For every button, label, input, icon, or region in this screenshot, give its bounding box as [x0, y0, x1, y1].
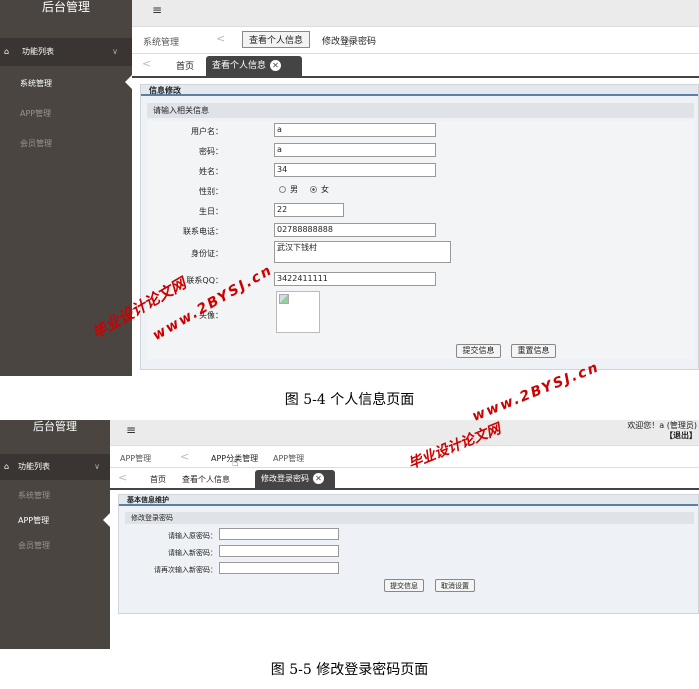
new-password-label: 请输入新密码： [168, 549, 217, 557]
welcome-area: 欢迎您！a (管理员) 【退出】 [627, 421, 697, 441]
chevron-down-icon: ∨ [94, 462, 100, 471]
breadcrumb: 系统管理 < 查看个人信息 修改登录密码 ☝ [132, 27, 699, 54]
gender-female-radio[interactable]: 女 [310, 184, 329, 195]
id-label: 身份证： [191, 249, 223, 258]
topbar: ≡ [132, 0, 699, 27]
gender-female-label: 女 [321, 185, 329, 194]
tab-change-password[interactable]: 修改登录密码 ✕ [255, 470, 335, 488]
gender-male-label: 男 [290, 185, 298, 194]
sidebar-header-label: 功能列表 [18, 462, 50, 471]
breadcrumb: APP管理 < APP分类管理 APP管理 ☝ [110, 446, 699, 469]
sidebar-item-system[interactable]: 系统管理 [20, 78, 52, 89]
username-label: 用户名： [191, 127, 223, 136]
panel-subtitle: 请输入相关信息 [147, 103, 694, 118]
confirm-password-input[interactable] [219, 562, 339, 574]
sidebar-header-label: 功能列表 [22, 47, 54, 56]
chevron-left-icon[interactable]: < [216, 32, 225, 45]
sidebar-item-member[interactable]: 会员管理 [20, 138, 52, 149]
name-label: 姓名： [199, 167, 223, 176]
username-input[interactable]: a [274, 123, 436, 137]
info-panel: 信息修改 请输入相关信息 用户名： a 密码： a 姓名： 34 性别： 男 女… [140, 84, 699, 370]
password-panel: 基本信息维护 修改登录密码 请输入原密码： 请输入新密码： 请再次输入新密码： … [118, 494, 699, 614]
tab-home[interactable]: 首页 [144, 472, 172, 488]
age-label: 生日： [199, 207, 223, 216]
password-label: 密码： [199, 147, 223, 156]
tab-label: 查看个人信息 [212, 61, 267, 71]
close-icon[interactable]: ✕ [270, 60, 282, 71]
chevron-down-icon: ∨ [112, 47, 118, 56]
submit-button[interactable]: 提交信息 [384, 579, 424, 592]
sidebar-item-app[interactable]: APP管理 [18, 515, 49, 526]
close-icon[interactable]: ✕ [313, 473, 324, 484]
topbar: ≡ 欢迎您！a (管理员) 【退出】 [110, 420, 699, 446]
app-logo: 后台管理 [41, 0, 90, 14]
sidebar-header[interactable]: ⌂ 功能列表 ∨ [0, 38, 132, 66]
sidebar-item-member[interactable]: 会员管理 [18, 540, 50, 551]
broken-image-icon [279, 294, 289, 304]
reset-button[interactable]: 重置信息 [511, 344, 556, 358]
old-password-input[interactable] [219, 528, 339, 540]
submit-button[interactable]: 提交信息 [456, 344, 501, 358]
cancel-button[interactable]: 取消设置 [435, 579, 475, 592]
tab-scroll-left-icon[interactable]: < [142, 57, 151, 70]
gender-label: 性别： [199, 187, 223, 196]
panel-title: 基本信息维护 [119, 495, 698, 506]
sidebar-header[interactable]: ⌂ 功能列表 ∨ [0, 454, 110, 480]
tab-view-info[interactable]: 查看个人信息 ✕ [206, 56, 302, 76]
app-logo: 后台管理 [33, 420, 77, 433]
home-icon: ⌂ [4, 47, 10, 56]
sidebar-item-app[interactable]: APP管理 [20, 108, 51, 119]
active-pointer [103, 512, 111, 528]
tab-bar: < 首页 查看个人信息 ✕ [132, 54, 699, 78]
tab-view-info[interactable]: 查看个人信息 [176, 472, 236, 488]
tab-home[interactable]: 首页 [170, 58, 200, 76]
caption-figure-5-4: 图 5-4 个人信息页面 [284, 392, 415, 408]
breadcrumb-root[interactable]: 系统管理 [143, 35, 179, 48]
breadcrumb-app-manage[interactable]: APP管理 [273, 453, 304, 464]
name-input[interactable]: 34 [274, 163, 436, 177]
cursor-hand-icon: ☝ [344, 36, 352, 51]
tab-scroll-left-icon[interactable]: < [118, 471, 127, 484]
menu-icon[interactable]: ≡ [152, 3, 162, 17]
logout-link[interactable]: 【退出】 [627, 431, 697, 441]
password-input[interactable]: a [274, 143, 436, 157]
phone-input[interactable]: 02788888888 [274, 223, 436, 237]
sidebar-item-system[interactable]: 系统管理 [18, 490, 50, 501]
age-input[interactable]: 22 [274, 203, 344, 217]
tab-bar: < 首页 查看个人信息 修改登录密码 ✕ [110, 468, 699, 490]
new-password-input[interactable] [219, 545, 339, 557]
chevron-left-icon[interactable]: < [180, 450, 189, 463]
panel-subtitle: 修改登录密码 [125, 512, 694, 524]
radio-icon [279, 186, 286, 193]
menu-icon[interactable]: ≡ [126, 423, 136, 437]
radio-checked-icon [310, 186, 317, 193]
id-textarea[interactable]: 武汉下钱村 [274, 241, 451, 263]
breadcrumb-view-info[interactable]: 查看个人信息 [242, 31, 311, 48]
old-password-label: 请输入原密码： [168, 532, 217, 540]
phone-label: 联系电话： [183, 227, 223, 236]
caption-figure-5-5: 图 5-5 修改登录密码页面 [270, 662, 429, 678]
panel-title: 信息修改 [141, 85, 698, 96]
sidebar: 后台管理 ⌂ 功能列表 ∨ 系统管理 APP管理 会员管理 [0, 420, 111, 649]
gender-male-radio[interactable]: 男 [279, 184, 298, 195]
avatar-image[interactable] [276, 291, 320, 333]
welcome-text: 欢迎您！a (管理员) [627, 421, 697, 430]
qq-input[interactable]: 3422411111 [274, 272, 436, 286]
tab-label: 修改登录密码 [261, 474, 309, 483]
home-icon: ⌂ [4, 462, 10, 471]
confirm-password-label: 请再次输入新密码： [154, 566, 217, 574]
breadcrumb-root[interactable]: APP管理 [120, 453, 151, 464]
screenshot-change-password: 后台管理 ⌂ 功能列表 ∨ 系统管理 APP管理 会员管理 ≡ 欢迎您！a (管… [0, 420, 699, 649]
